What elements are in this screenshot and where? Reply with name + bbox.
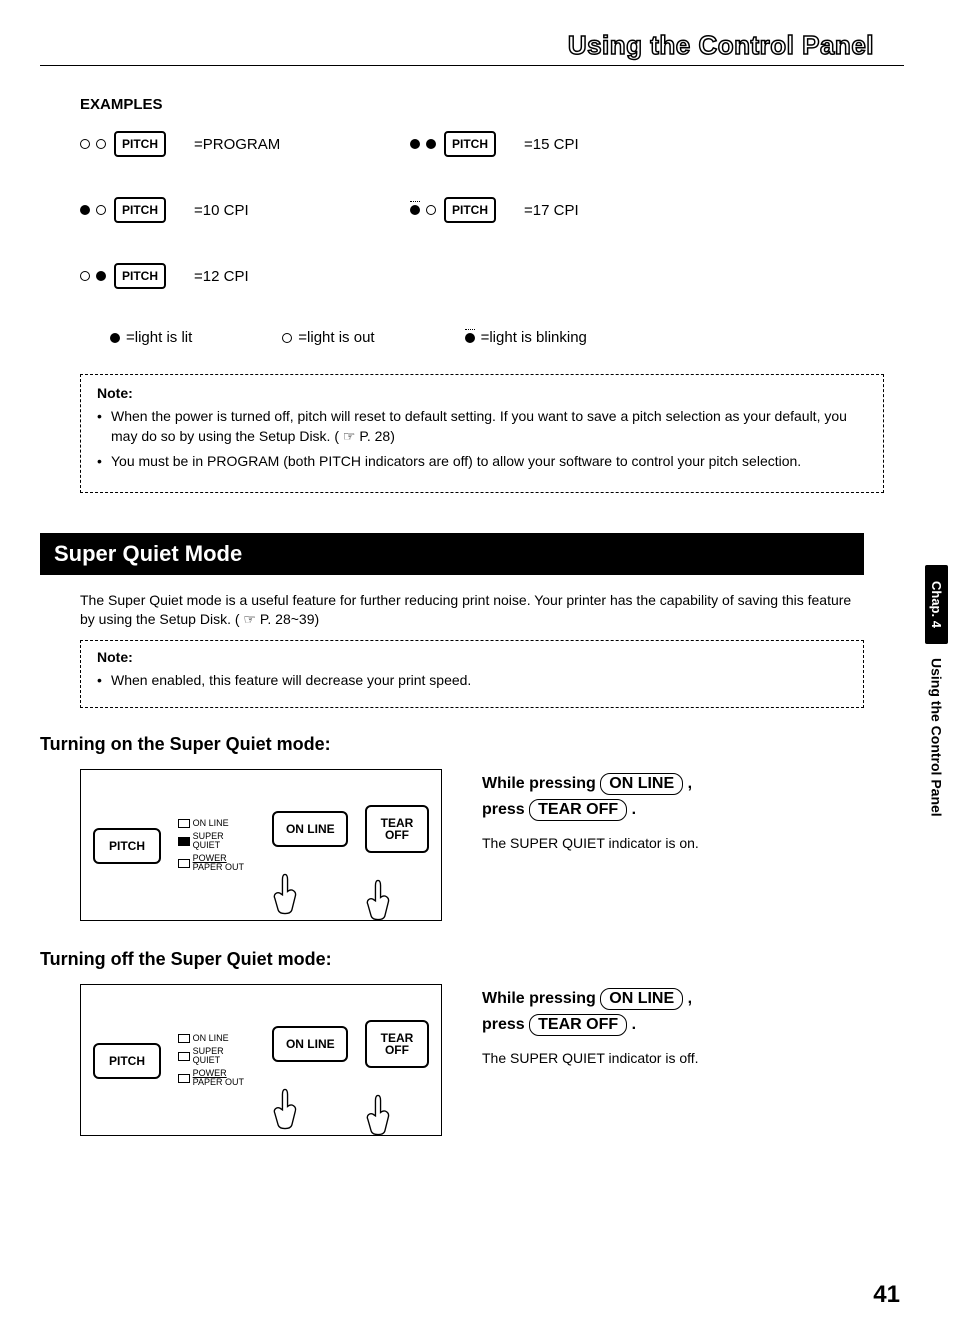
note-item: You must be in PROGRAM (both PITCH indic… [97,452,867,472]
indicator-icon [178,819,190,828]
online-button: ON LINE [272,811,348,847]
pitch-label: =15 CPI [524,136,579,153]
tearoff-inline-button: TEAR OFF [529,799,627,821]
pitch-label: =10 CPI [194,202,249,219]
pitch-label: =12 CPI [194,268,249,285]
legend-out: =light is out [282,329,374,346]
finger-press-icon [272,1062,298,1096]
online-inline-button: ON LINE [600,773,683,795]
indicator-label: POWERPAPER OUT [193,854,244,872]
legend-label: =light is blinking [481,329,587,346]
pitch-button: PITCH [444,131,496,157]
indicator-column: ON LINE SUPERQUIET POWERPAPER OUT [178,1034,256,1087]
pitch-label: =17 CPI [524,202,579,219]
led-off-icon [96,205,106,215]
note-item: When enabled, this feature will decrease… [97,671,847,691]
panel-diagram: PITCH ON LINE SUPERQUIET POWERPAPER OUT … [80,984,442,1136]
led-on-icon [80,205,90,215]
indicator-label: ON LINE [193,1034,229,1043]
indicator-label: ON LINE [193,819,229,828]
indicator-icon [178,837,190,846]
indicator-icon [178,859,190,868]
indicator-icon [178,1052,190,1061]
led-blink-icon [465,333,475,343]
finger-press-icon [272,847,298,881]
turn-off-desc: While pressing ON LINE , press TEAR OFF … [482,984,864,1066]
indicator-label: POWERPAPER OUT [193,1069,244,1087]
legend-lit: =light is lit [110,329,192,346]
legend-blink: =light is blinking [465,329,587,346]
pitch-button: PITCH [114,263,166,289]
note-title: Note: [97,649,847,665]
header-rule [40,65,904,66]
led-off-icon [426,205,436,215]
pitch-item: PITCH =15 CPI [410,131,740,157]
tear-off-button: TEAROFF [365,805,429,853]
led-on-icon [96,271,106,281]
pitch-button: PITCH [93,1043,161,1079]
led-off-icon [282,333,292,343]
note-title: Note: [97,385,867,401]
turn-on-desc: While pressing ON LINE , press TEAR OFF … [482,769,864,851]
led-on-icon [426,139,436,149]
examples-heading: EXAMPLES [80,96,904,113]
page-header-title: Using the Control Panel [40,30,874,61]
desc-sub: The SUPER QUIET indicator is off. [482,1050,864,1066]
led-off-icon [96,139,106,149]
pitch-row: PITCH =10 CPI PITCH =17 CPI [80,197,904,223]
indicator-label: SUPERQUIET [193,1047,224,1065]
indicator-column: ON LINE SUPERQUIET POWERPAPER OUT [178,819,256,872]
section-title-bar: Super Quiet Mode [40,533,864,575]
pitch-item: PITCH =10 CPI [80,197,410,223]
tearoff-inline-button: TEAR OFF [529,1014,627,1036]
led-off-icon [80,139,90,149]
pitch-item: PITCH =PROGRAM [80,131,410,157]
pitch-item: PITCH =12 CPI [80,263,410,289]
pitch-label: =PROGRAM [194,136,280,153]
online-inline-button: ON LINE [600,988,683,1010]
page-number: 41 [873,1281,900,1309]
tear-off-button: TEAROFF [365,1020,429,1068]
indicator-icon [178,1034,190,1043]
led-on-icon [410,139,420,149]
legend-label: =light is out [298,329,374,346]
desc-sub: The SUPER QUIET indicator is on. [482,835,864,851]
pitch-row: PITCH =12 CPI [80,263,904,289]
turn-off-block: PITCH ON LINE SUPERQUIET POWERPAPER OUT … [80,984,864,1136]
pitch-button: PITCH [93,828,161,864]
pitch-examples-grid: PITCH =PROGRAM PITCH =15 CPI PITCH =1 [80,131,904,289]
finger-press-icon [365,1068,391,1102]
indicator-icon [178,1074,190,1083]
indicator-label: SUPERQUIET [193,832,224,850]
sub-heading-off: Turning off the Super Quiet mode: [40,949,904,970]
led-blink-icon [410,205,420,215]
finger-press-icon [365,853,391,887]
pitch-button: PITCH [444,197,496,223]
side-tabs: Chap. 4 Using the Control Panel [925,565,948,817]
online-button: ON LINE [272,1026,348,1062]
panel-diagram: PITCH ON LINE SUPERQUIET POWERPAPER OUT … [80,769,442,921]
legend-label: =light is lit [126,329,192,346]
note-box: Note: When enabled, this feature will de… [80,640,864,708]
chapter-tab: Chap. 4 [925,565,948,644]
pitch-item: PITCH =17 CPI [410,197,740,223]
chapter-tab-text: Using the Control Panel [929,658,945,817]
legend: =light is lit =light is out =light is bl… [110,329,904,346]
note-item: When the power is turned off, pitch will… [97,407,867,446]
pitch-button: PITCH [114,197,166,223]
section-intro: The Super Quiet mode is a useful feature… [80,591,864,630]
note-box: Note: When the power is turned off, pitc… [80,374,884,493]
led-off-icon [80,271,90,281]
led-on-icon [110,333,120,343]
turn-on-block: PITCH ON LINE SUPERQUIET POWERPAPER OUT … [80,769,864,921]
sub-heading-on: Turning on the Super Quiet mode: [40,734,904,755]
pitch-row: PITCH =PROGRAM PITCH =15 CPI [80,131,904,157]
pitch-button: PITCH [114,131,166,157]
